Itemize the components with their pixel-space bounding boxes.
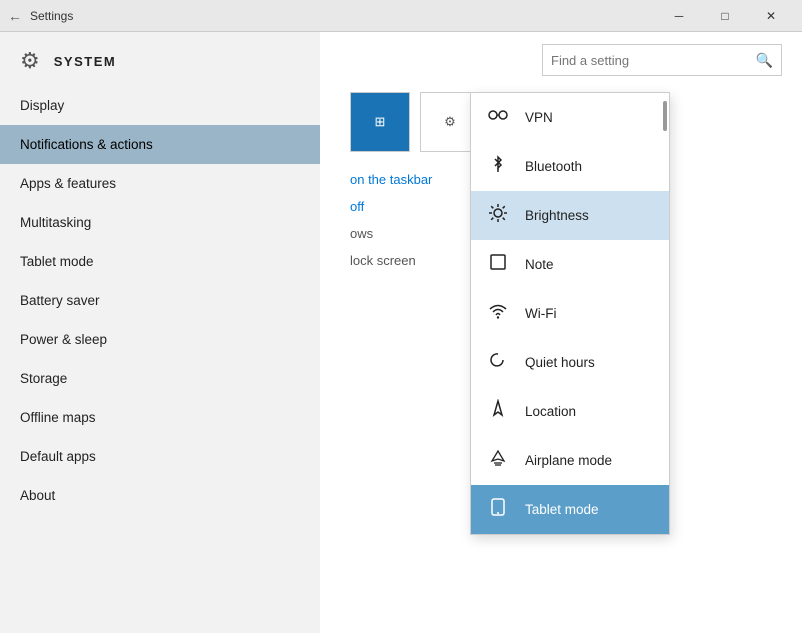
- bluetooth-icon: [487, 154, 509, 179]
- content-area: 🔍 ⊞ ⚙ on the taskbar off ows loc: [320, 32, 802, 633]
- search-bar[interactable]: 🔍: [542, 44, 782, 76]
- sidebar-item-power[interactable]: Power & sleep: [0, 320, 320, 359]
- bluetooth-label: Bluetooth: [525, 159, 582, 174]
- ows-text: ows: [350, 226, 373, 241]
- sidebar-item-about[interactable]: About: [0, 476, 320, 515]
- close-button[interactable]: ✕: [748, 0, 794, 32]
- titlebar-title: Settings: [30, 9, 656, 23]
- wifi-label: Wi-Fi: [525, 306, 556, 321]
- dropdown-item-vpn[interactable]: VPN: [471, 93, 669, 142]
- dropdown-menu[interactable]: VPN Bluetooth Brightness Note Wi-Fi Quiet hou…: [470, 92, 670, 535]
- dropdown-item-note[interactable]: Note: [471, 240, 669, 289]
- dropdown-item-brightness[interactable]: Brightness: [471, 191, 669, 240]
- off-link[interactable]: off: [350, 199, 364, 214]
- sidebar-item-display[interactable]: Display: [0, 86, 320, 125]
- vpn-label: VPN: [525, 110, 553, 125]
- sidebar-nav: DisplayNotifications & actionsApps & fea…: [0, 86, 320, 515]
- quiet-icon: [487, 350, 509, 375]
- qa-icon-1: ⊞: [375, 114, 386, 130]
- settings-gear-icon: ⚙: [20, 48, 40, 74]
- minimize-button[interactable]: ─: [656, 0, 702, 32]
- dropdown-item-airplane[interactable]: Airplane mode: [471, 436, 669, 485]
- vpn-icon: [487, 105, 509, 130]
- titlebar-controls: ─ □ ✕: [656, 0, 794, 32]
- tablet-mode-icon: [487, 497, 509, 522]
- brightness-label: Brightness: [525, 208, 589, 223]
- taskbar-link[interactable]: on the taskbar: [350, 172, 432, 187]
- dropdown-item-location[interactable]: Location: [471, 387, 669, 436]
- dropdown-item-tablet-mode[interactable]: Tablet mode: [471, 485, 669, 534]
- maximize-button[interactable]: □: [702, 0, 748, 32]
- dropdown-item-bluetooth[interactable]: Bluetooth: [471, 142, 669, 191]
- sidebar-item-default[interactable]: Default apps: [0, 437, 320, 476]
- search-icon: 🔍: [756, 52, 773, 69]
- airplane-icon: [487, 448, 509, 473]
- main-layout: ⚙ SYSTEM DisplayNotifications & actionsA…: [0, 32, 802, 633]
- airplane-label: Airplane mode: [525, 453, 612, 468]
- location-icon: [487, 399, 509, 424]
- dropdown-scrollable: VPN Bluetooth Brightness Note Wi-Fi Quiet hou…: [471, 93, 669, 534]
- sidebar-header: ⚙ SYSTEM: [0, 32, 320, 86]
- tablet-mode-label: Tablet mode: [525, 502, 599, 517]
- scrollbar[interactable]: [663, 101, 667, 131]
- location-label: Location: [525, 404, 576, 419]
- sidebar-item-multitasking[interactable]: Multitasking: [0, 203, 320, 242]
- lock-text: lock screen: [350, 253, 416, 268]
- dropdown-list: VPN Bluetooth Brightness Note Wi-Fi Quiet hou…: [471, 93, 669, 534]
- sidebar-item-apps[interactable]: Apps & features: [0, 164, 320, 203]
- sidebar-item-notifications[interactable]: Notifications & actions: [0, 125, 320, 164]
- sidebar-item-offline[interactable]: Offline maps: [0, 398, 320, 437]
- note-label: Note: [525, 257, 554, 272]
- sidebar-item-battery[interactable]: Battery saver: [0, 281, 320, 320]
- brightness-icon: [487, 203, 509, 228]
- dropdown-item-quiet[interactable]: Quiet hours: [471, 338, 669, 387]
- sidebar-title: SYSTEM: [54, 54, 116, 69]
- sidebar-item-tablet[interactable]: Tablet mode: [0, 242, 320, 281]
- sidebar: ⚙ SYSTEM DisplayNotifications & actionsA…: [0, 32, 320, 633]
- dropdown-item-wifi[interactable]: Wi-Fi: [471, 289, 669, 338]
- quiet-label: Quiet hours: [525, 355, 595, 370]
- note-icon: [487, 252, 509, 277]
- wifi-icon: [487, 301, 509, 326]
- search-input[interactable]: [551, 53, 756, 68]
- back-button[interactable]: ←: [8, 8, 24, 24]
- titlebar: ← Settings ─ □ ✕: [0, 0, 802, 32]
- quick-action-tile-1[interactable]: ⊞: [350, 92, 410, 152]
- sidebar-item-storage[interactable]: Storage: [0, 359, 320, 398]
- qa-icon-2: ⚙: [444, 114, 456, 130]
